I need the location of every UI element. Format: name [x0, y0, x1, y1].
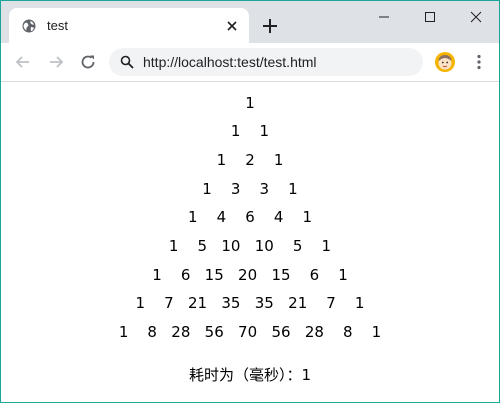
address-bar[interactable]: http://localhost:test/test.html	[109, 48, 423, 76]
triangle-row: 1 3 3 1	[202, 180, 298, 198]
maximize-button[interactable]	[407, 1, 453, 33]
more-vert-icon[interactable]	[470, 53, 488, 71]
triangle-row: 1 8 28 56 70 56 28 8 1	[118, 323, 382, 341]
triangle-row: 1 2 1	[216, 151, 284, 169]
maximize-icon	[425, 12, 435, 22]
globe-icon	[22, 19, 36, 33]
triangle-row: 1 1	[230, 122, 270, 140]
triangle-row: 1 6 15 20 15 6 1	[152, 266, 348, 284]
search-icon	[120, 55, 134, 69]
window-close-button[interactable]	[453, 1, 499, 33]
close-icon[interactable]	[224, 18, 240, 34]
minimize-button[interactable]	[361, 1, 407, 33]
page-content: 1 1 1 1 2 1 1 3 3 1 1 4 6 4 1 1 5 10 10 …	[1, 82, 499, 402]
browser-window: test http://localhost:test/test.html 1 1…	[0, 0, 500, 403]
reload-icon[interactable]	[78, 52, 98, 72]
tab-strip: test	[1, 1, 499, 43]
triangle-row: 1 5 10 10 5 1	[168, 237, 332, 255]
tab-test[interactable]: test	[9, 8, 249, 43]
tab-title: test	[47, 18, 68, 33]
browser-toolbar: http://localhost:test/test.html	[1, 43, 499, 82]
url-text: http://localhost:test/test.html	[143, 54, 317, 70]
forward-arrow-icon[interactable]	[46, 52, 66, 72]
triangle-row: 1 4 6 4 1	[187, 208, 312, 226]
triangle-row: 1 7 21 35 35 21 7 1	[135, 294, 365, 312]
triangle-row: 1	[245, 94, 255, 112]
new-tab-plus-icon[interactable]	[260, 16, 280, 36]
back-arrow-icon[interactable]	[13, 52, 33, 72]
profile-avatar-icon[interactable]	[435, 52, 455, 72]
elapsed-time-text: 耗时为（毫秒）：1	[188, 366, 312, 384]
window-close-icon	[470, 11, 482, 23]
minimize-icon	[379, 16, 389, 18]
